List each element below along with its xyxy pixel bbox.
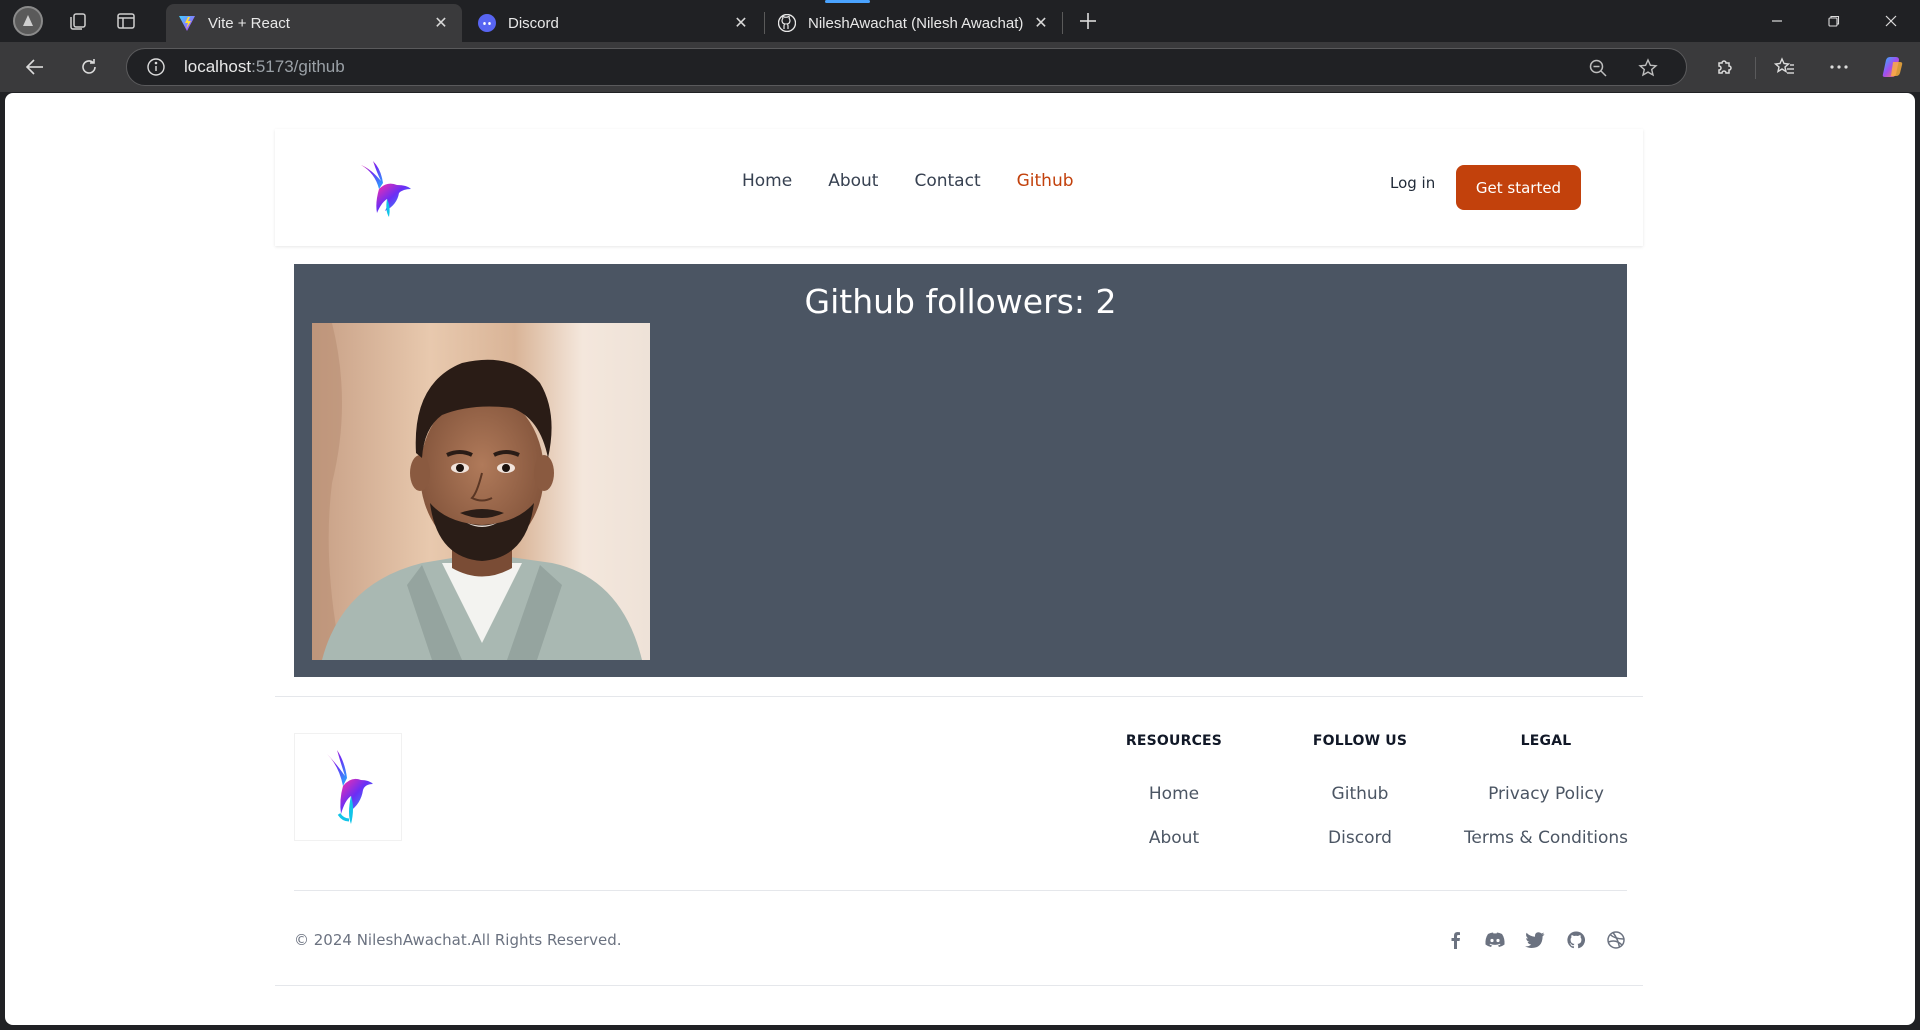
discord-icon [478,14,496,32]
footer-heading-follow-us: FOLLOW US [1312,733,1408,749]
nav-github[interactable]: Github [1017,171,1074,191]
get-started-button[interactable]: Get started [1456,165,1581,210]
footer-divider [275,696,1643,697]
discord-icon[interactable] [1483,928,1507,952]
minimize-icon[interactable] [1749,0,1805,42]
favorites-list-icon[interactable] [1768,51,1802,83]
site-header: Home About Contact Github Log in Get sta… [275,129,1643,246]
favorite-star-icon[interactable] [1636,56,1660,80]
tab-label: NileshAwachat (Nilesh Awachat) · GitHub [808,14,1024,32]
url-host: localhost [184,57,252,76]
workspaces-icon[interactable] [58,6,98,36]
facebook-icon[interactable] [1443,928,1467,952]
footer-heading-legal: LEGAL [1520,733,1572,749]
login-link[interactable]: Log in [1390,174,1435,192]
footer-column-resources: RESOURCES Home About [1074,733,1274,848]
github-icon[interactable] [1564,928,1588,952]
footer-link-about[interactable]: About [1074,828,1274,848]
profile-avatar-icon[interactable] [8,6,48,36]
restore-icon[interactable] [1806,0,1862,42]
footer-link-privacy-policy[interactable]: Privacy Policy [1446,784,1646,804]
browser-toolbar: localhost:5173/github [0,42,1920,92]
browser-titlebar: Vite + React ✕ Discord ✕ NileshAwachat (… [0,0,1920,42]
vite-icon [179,16,195,31]
copilot-icon[interactable] [1876,51,1910,83]
address-bar[interactable]: localhost:5173/github [126,48,1687,86]
nav-about[interactable]: About [828,171,878,191]
close-window-icon[interactable] [1863,0,1919,42]
url-path: :5173/github [251,57,345,76]
footer-divider [275,985,1643,986]
footer-link-home[interactable]: Home [1074,784,1274,804]
github-card: Github followers: 2 [294,264,1627,677]
copyright-text: © 2024 NileshAwachat.All Rights Reserved… [294,931,622,949]
footer-column-follow-us: FOLLOW US Github Discord [1260,733,1460,848]
main-nav: Home About Contact Github [742,171,1110,191]
tab-github[interactable]: NileshAwachat (Nilesh Awachat) · GitHub … [766,4,1062,42]
footer-link-terms[interactable]: Terms & Conditions [1446,828,1646,848]
tab-loading-indicator [825,0,870,3]
footer-hummingbird-logo-icon[interactable] [294,733,402,841]
dribbble-icon[interactable] [1604,928,1628,952]
close-tab-icon[interactable]: ✕ [732,14,750,32]
tab-vite-react[interactable]: Vite + React ✕ [166,4,462,42]
new-tab-plus-icon[interactable] [1072,6,1104,36]
url-text[interactable]: localhost:5173/github [184,57,345,77]
page-viewport: Home About Contact Github Log in Get sta… [5,93,1915,1025]
github-avatar-image [312,323,650,660]
nav-home[interactable]: Home [742,171,792,191]
close-tab-icon[interactable]: ✕ [1032,14,1050,32]
more-options-icon[interactable] [1822,51,1856,83]
github-icon [778,14,796,32]
extensions-icon[interactable] [1707,51,1741,83]
back-arrow-icon[interactable] [18,51,52,83]
tab-divider [1062,12,1063,34]
reload-icon[interactable] [72,51,106,83]
footer-column-legal: LEGAL Privacy Policy Terms & Conditions [1446,733,1646,848]
hummingbird-logo-icon[interactable] [357,159,413,219]
site-info-icon[interactable] [146,57,166,77]
footer-link-github[interactable]: Github [1260,784,1460,804]
close-tab-icon[interactable]: ✕ [432,14,450,32]
footer-heading-resources: RESOURCES [1125,733,1223,749]
followers-heading: Github followers: 2 [804,282,1117,321]
tab-discord[interactable]: Discord ✕ [466,4,762,42]
tab-divider [764,12,765,34]
toolbar-divider [1755,57,1756,79]
twitter-icon[interactable] [1523,928,1547,952]
tab-label: Discord [508,14,559,32]
nav-contact[interactable]: Contact [914,171,980,191]
tab-label: Vite + React [208,14,290,32]
footer-divider [294,890,1627,891]
zoom-out-icon[interactable] [1586,56,1610,80]
vertical-tabs-icon[interactable] [106,6,146,36]
footer-link-discord[interactable]: Discord [1260,828,1460,848]
